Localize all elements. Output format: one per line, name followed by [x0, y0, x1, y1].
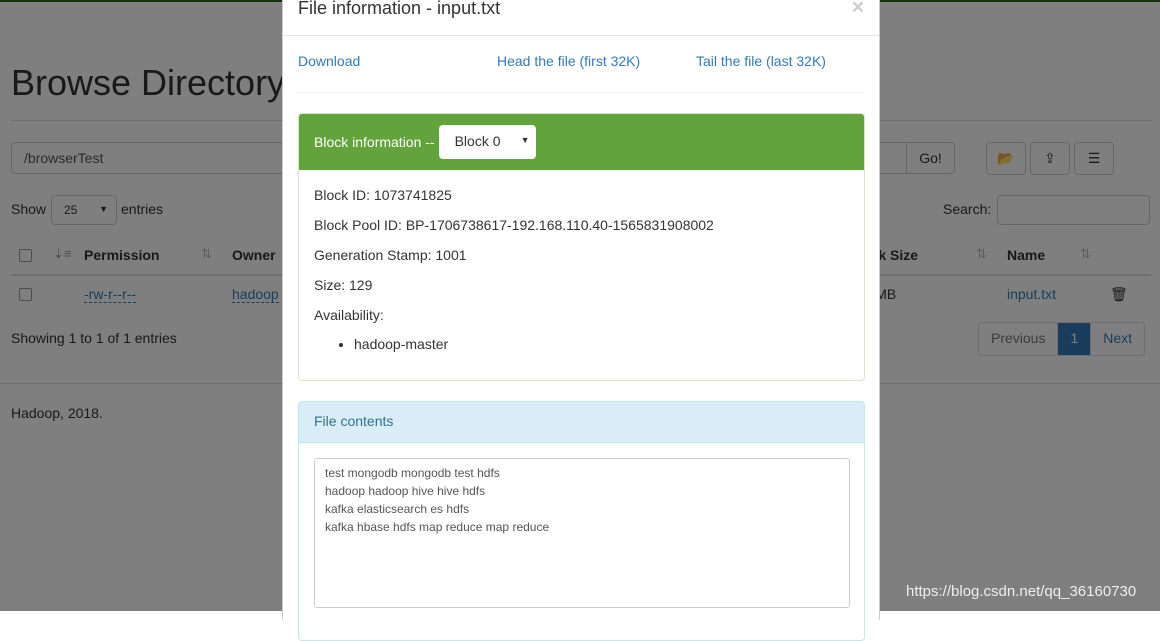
block-info-body: Block ID: 1073741825 Block Pool ID: BP-1… — [299, 170, 864, 368]
block-size: Size: 129 — [314, 277, 373, 293]
tail-file-link[interactable]: Tail the file (last 32K) — [696, 53, 826, 69]
block-pool-id: Block Pool ID: BP-1706738617-192.168.110… — [314, 217, 714, 233]
block-info-panel: Block information -- Block 0 ▼ Block ID: … — [298, 113, 865, 381]
block-select[interactable]: Block 0 ▼ — [438, 125, 536, 159]
file-contents-heading: File contents — [299, 402, 864, 443]
caret-down-icon: ▼ — [520, 135, 530, 145]
file-contents-textarea[interactable]: test mongodb mongodb test hdfs hadoop ha… — [314, 458, 850, 608]
block-id: Block ID: 1073741825 — [314, 187, 452, 203]
divider — [298, 92, 865, 93]
download-link[interactable]: Download — [298, 53, 360, 69]
file-contents-panel: File contents test mongodb mongodb test … — [298, 401, 865, 641]
block-info-header: Block information -- Block 0 ▼ — [299, 114, 864, 170]
modal-header: File information - input.txt × — [283, 0, 879, 36]
head-file-link[interactable]: Head the file (first 32K) — [497, 53, 640, 69]
block-info-heading: Block information -- — [314, 134, 435, 150]
generation-stamp: Generation Stamp: 1001 — [314, 247, 467, 263]
modal-title: File information - input.txt — [298, 0, 501, 18]
watermark: https://blog.csdn.net/qq_36160730 — [906, 583, 1137, 600]
availability-label: Availability: — [314, 307, 384, 323]
availability-list: hadoop-master — [314, 336, 849, 352]
close-icon[interactable]: × — [852, 0, 864, 20]
file-info-modal: File information - input.txt × Download … — [282, 0, 880, 641]
datanode-item: hadoop-master — [354, 336, 849, 352]
block-select-value: Block 0 — [454, 133, 501, 149]
